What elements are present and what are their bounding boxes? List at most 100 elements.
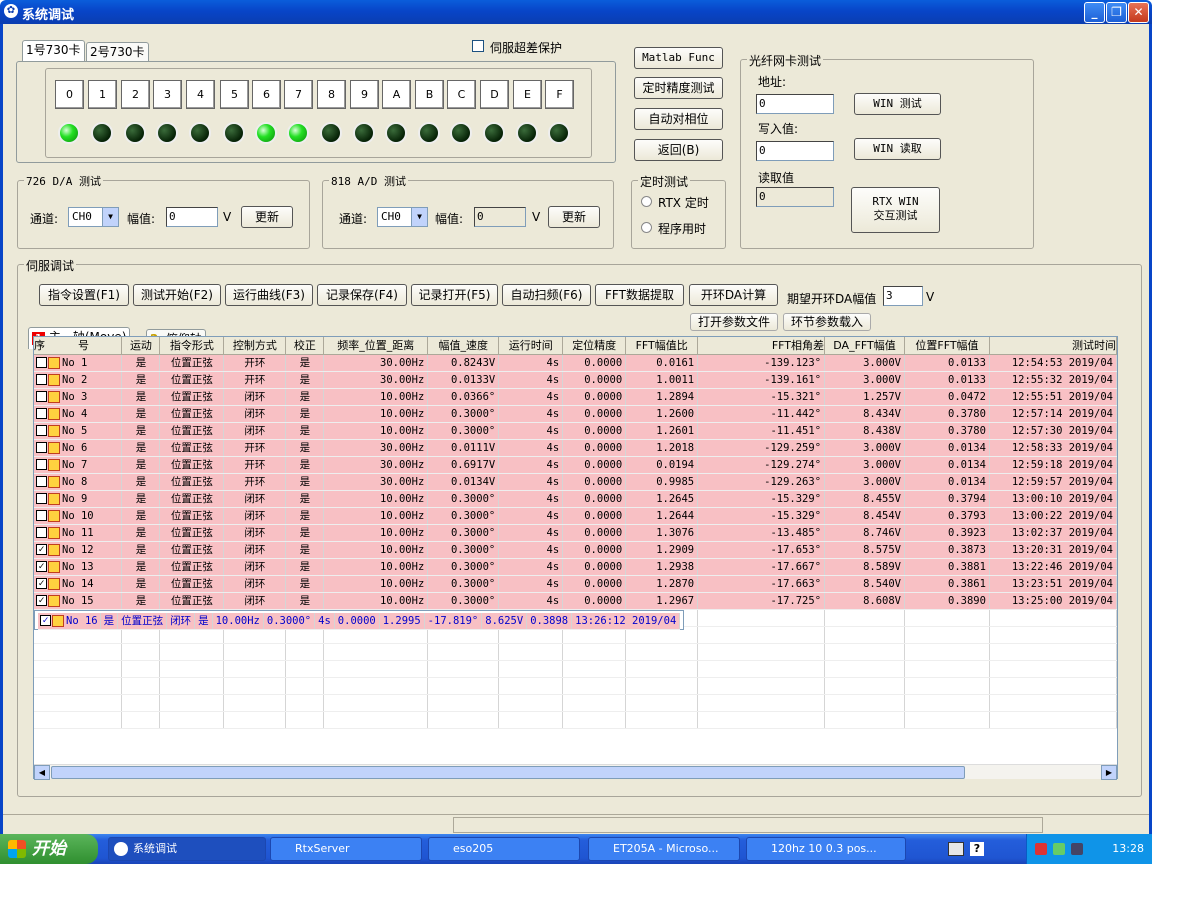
column-header[interactable]: 位置FFT幅值	[904, 337, 990, 355]
close-button[interactable]: ✕	[1128, 2, 1149, 23]
program-time-radio[interactable]	[641, 222, 652, 233]
row-checkbox[interactable]	[36, 493, 47, 504]
help-icon[interactable]: ?	[970, 842, 984, 856]
taskbar-item-rtxserver[interactable]: RtxServer	[270, 837, 422, 861]
column-header[interactable]: 定位精度	[562, 337, 627, 355]
channel-button-2[interactable]: 2	[121, 80, 150, 109]
channel-button-5[interactable]: 5	[220, 80, 249, 109]
column-header[interactable]: 控制方式	[223, 337, 287, 355]
table-row[interactable]: No 5 是位置正弦 闭环是 10.00Hz 0.3000° 4s 0.0000 1.2601…	[34, 422, 1117, 440]
taskbar-item-et205a[interactable]: ET205A - Microso...	[588, 837, 740, 861]
table-row[interactable]: No 8 是位置正弦 开环是 30.00Hz 0.0134V 4s 0.0000 0.9985…	[34, 473, 1117, 491]
keyboard-icon[interactable]	[948, 842, 964, 856]
table-row[interactable]: No 4 是位置正弦 闭环是 10.00Hz 0.3000° 4s 0.0000 1.2600…	[34, 405, 1117, 423]
fft-extract-button[interactable]: FFT数据提取	[595, 284, 684, 306]
da-update-button[interactable]: 更新	[241, 206, 293, 228]
row-checkbox[interactable]	[36, 357, 47, 368]
channel-button-9[interactable]: 9	[350, 80, 379, 109]
column-header[interactable]: 校正	[285, 337, 325, 355]
channel-button-d[interactable]: D	[480, 80, 509, 109]
column-header[interactable]: 运行时间	[498, 337, 564, 355]
channel-button-1[interactable]: 1	[88, 80, 117, 109]
restore-button[interactable]: ❐	[1106, 2, 1127, 23]
row-checkbox[interactable]	[36, 391, 47, 402]
channel-button-8[interactable]: 8	[317, 80, 346, 109]
table-row[interactable]: ✓ No 16 是位置正弦 闭环是 10.00Hz 0.3000° 4s 0.0000 1.29…	[34, 609, 685, 630]
save-record-button[interactable]: 记录保存(F4)	[317, 284, 407, 306]
row-checkbox[interactable]	[36, 459, 47, 470]
expect-da-input[interactable]: 3	[883, 286, 923, 306]
test-record-table[interactable]: 序 号运动 指令形式 控制方式 校正 频率_位置_距离 幅值_速度 运行时间 定位精度 FFT幅…	[33, 336, 1118, 779]
table-row[interactable]: No 9 是位置正弦 闭环是 10.00Hz 0.3000° 4s 0.0000 1.2645…	[34, 490, 1117, 508]
row-checkbox[interactable]	[36, 476, 47, 487]
open-param-file-button[interactable]: 打开参数文件	[690, 313, 778, 331]
address-input[interactable]: 0	[756, 94, 834, 114]
tab-card-2[interactable]: 2号730卡	[86, 42, 149, 62]
channel-button-e[interactable]: E	[513, 80, 542, 109]
column-header[interactable]: DA_FFT幅值	[824, 337, 905, 355]
win-read-button[interactable]: WIN 读取	[854, 138, 941, 160]
scroll-left-icon[interactable]: ◀	[34, 765, 50, 780]
da-channel-select[interactable]: CH0 ▼	[68, 207, 119, 227]
table-row[interactable]: No 10 是位置正弦 闭环是 10.00Hz 0.3000° 4s 0.0000 1.264…	[34, 507, 1117, 525]
channel-button-7[interactable]: 7	[284, 80, 313, 109]
matlab-func-button[interactable]: Matlab Func	[634, 47, 723, 69]
channel-button-6[interactable]: 6	[252, 80, 281, 109]
column-header[interactable]: 序 号	[34, 337, 123, 355]
row-checkbox[interactable]	[36, 408, 47, 419]
run-curve-button[interactable]: 运行曲线(F3)	[225, 284, 313, 306]
column-header[interactable]: FFT幅值比	[625, 337, 699, 355]
servo-protect-checkbox[interactable]	[472, 40, 484, 52]
table-row[interactable]: ✓ No 14 是位置正弦 闭环是 10.00Hz 0.3000° 4s 0.0000 1.28…	[34, 575, 1117, 593]
table-row[interactable]: No 11 是位置正弦 闭环是 10.00Hz 0.3000° 4s 0.0000 1.307…	[34, 524, 1117, 542]
test-start-button[interactable]: 测试开始(F2)	[133, 284, 221, 306]
monitor-icon[interactable]	[1071, 843, 1083, 855]
row-checkbox[interactable]: ✓	[36, 578, 47, 589]
row-checkbox[interactable]: ✓	[36, 544, 47, 555]
column-header[interactable]: 幅值_速度	[427, 337, 500, 355]
open-record-button[interactable]: 记录打开(F5)	[411, 284, 498, 306]
table-row[interactable]: No 6 是位置正弦 开环是 30.00Hz 0.0111V 4s 0.0000 1.2018…	[34, 439, 1117, 457]
row-checkbox[interactable]: ✓	[36, 595, 47, 606]
taskbar-item-120hz[interactable]: 120hz 10 0.3 pos...	[746, 837, 906, 861]
table-row[interactable]: No 1 是位置正弦 开环是 30.00Hz 0.8243V 4s 0.0000 0.0161…	[34, 354, 1117, 372]
column-header[interactable]: FFT相角差	[697, 337, 826, 355]
shield-icon[interactable]	[1035, 843, 1047, 855]
row-checkbox[interactable]	[36, 442, 47, 453]
table-row[interactable]: No 3 是位置正弦 闭环是 10.00Hz 0.0366° 4s 0.0000 1.2894…	[34, 388, 1117, 406]
timing-precision-button[interactable]: 定时精度测试	[634, 77, 723, 99]
minimize-button[interactable]: _	[1084, 2, 1105, 23]
table-row[interactable]: No 2 是位置正弦 开环是 30.00Hz 0.0133V 4s 0.0000 1.0011…	[34, 371, 1117, 389]
back-button[interactable]: 返回(B)	[634, 139, 723, 161]
table-row[interactable]: ✓ No 12 是位置正弦 闭环是 10.00Hz 0.3000° 4s 0.0000 1.29…	[34, 541, 1117, 559]
row-checkbox[interactable]: ✓	[36, 561, 47, 572]
row-checkbox[interactable]	[36, 374, 47, 385]
row-checkbox[interactable]	[36, 510, 47, 521]
auto-phase-button[interactable]: 自动对相位	[634, 108, 723, 130]
row-checkbox[interactable]	[36, 527, 47, 538]
rtx-win-interact-button[interactable]: RTX WIN 交互测试	[851, 187, 940, 233]
command-setup-button[interactable]: 指令设置(F1)	[39, 284, 129, 306]
column-header[interactable]: 指令形式	[159, 337, 225, 355]
taskbar-item-eso205[interactable]: eso205	[428, 837, 580, 861]
taskbar-item-system-debug[interactable]: 系统调试	[108, 837, 266, 861]
rtx-timer-radio[interactable]	[641, 196, 652, 207]
load-loop-params-button[interactable]: 环节参数载入	[783, 313, 871, 331]
scroll-right-icon[interactable]: ▶	[1101, 765, 1117, 780]
tab-card-1[interactable]: 1号730卡	[22, 40, 85, 62]
table-row[interactable]: ✓ No 15 是位置正弦 闭环是 10.00Hz 0.3000° 4s 0.0000 1.29…	[34, 592, 1117, 610]
horizontal-scrollbar[interactable]: ◀ ▶	[34, 764, 1117, 780]
table-row[interactable]: ✓ No 13 是位置正弦 闭环是 10.00Hz 0.3000° 4s 0.0000 1.29…	[34, 558, 1117, 576]
table-row[interactable]: No 7 是位置正弦 开环是 30.00Hz 0.6917V 4s 0.0000 0.0194…	[34, 456, 1117, 474]
scroll-thumb[interactable]	[51, 766, 965, 779]
column-header[interactable]: 测试时间	[989, 337, 1117, 355]
channel-button-c[interactable]: C	[447, 80, 476, 109]
column-header[interactable]: 运动	[121, 337, 161, 355]
row-checkbox[interactable]: ✓	[40, 615, 51, 627]
channel-button-b[interactable]: B	[415, 80, 444, 109]
win-test-button[interactable]: WIN 测试	[854, 93, 941, 115]
channel-button-f[interactable]: F	[545, 80, 574, 109]
channel-button-0[interactable]: 0	[55, 80, 84, 109]
network-icon[interactable]	[1053, 843, 1065, 855]
row-checkbox[interactable]	[36, 425, 47, 436]
